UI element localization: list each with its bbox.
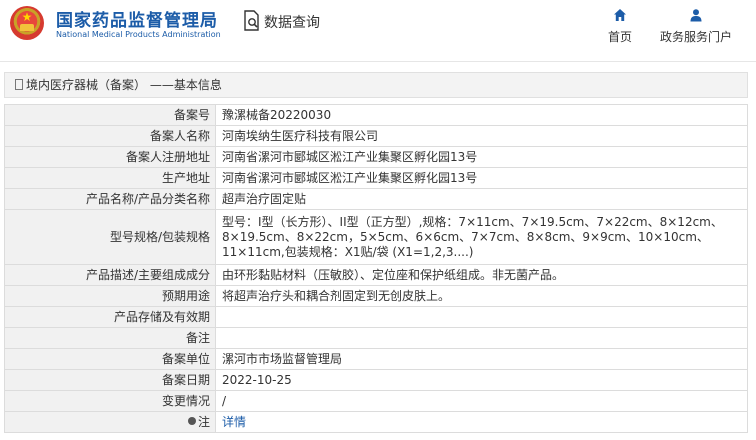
row-value: 2022-10-25 bbox=[215, 369, 748, 391]
row-label: 备案号 bbox=[4, 104, 216, 126]
row-label: 产品存储及有效期 bbox=[4, 306, 216, 328]
row-label: 预期用途 bbox=[4, 285, 216, 307]
row-label: 备案人名称 bbox=[4, 125, 216, 147]
row-label: 备注 bbox=[4, 327, 216, 349]
row-value: 河南省漯河市郾城区淞江产业集聚区孵化园13号 bbox=[215, 167, 748, 189]
table-row: 备案人名称 河南埃纳生医疗科技有限公司 bbox=[4, 125, 748, 147]
table-row: 备案单位 漯河市市场监督管理局 bbox=[4, 348, 748, 370]
table-row: 注 详情 bbox=[4, 411, 748, 433]
row-value: 豫漯械备20220030 bbox=[215, 104, 748, 126]
table-row: 产品名称/产品分类名称 超声治疗固定贴 bbox=[4, 188, 748, 210]
row-label: 备案单位 bbox=[4, 348, 216, 370]
national-emblem-icon: ★ bbox=[10, 6, 44, 40]
table-row: 预期用途 将超声治疗头和耦合剂固定到无创皮肤上。 bbox=[4, 285, 748, 307]
table-row: 备案号 豫漯械备20220030 bbox=[4, 104, 748, 126]
row-label: 型号规格/包装规格 bbox=[4, 209, 216, 265]
note-label: 注 bbox=[197, 414, 210, 429]
table-row: 生产地址 河南省漯河市郾城区淞江产业集聚区孵化园13号 bbox=[4, 167, 748, 189]
table-row: 产品描述/主要组成成分 由环形黏贴材料（压敏胶）、定位座和保护纸组成。非无菌产品… bbox=[4, 264, 748, 286]
nav-home-label: 首页 bbox=[607, 30, 632, 44]
table-row: 备注 bbox=[4, 327, 748, 349]
lightbulb-icon bbox=[187, 417, 196, 425]
row-label: 产品名称/产品分类名称 bbox=[4, 188, 216, 210]
site-title[interactable]: 国家药品监督管理局 bbox=[56, 6, 218, 31]
data-query-link[interactable]: 数据查询 bbox=[264, 12, 320, 32]
row-value: 型号：I型（长方形）、II型（正方型）,规格：7×11cm、7×19.5cm、7… bbox=[215, 209, 748, 265]
nav-portal-label: 政务服务门户 bbox=[659, 30, 732, 44]
details-link[interactable]: 详情 bbox=[222, 415, 246, 429]
row-label: 生产地址 bbox=[4, 167, 216, 189]
table-row: 备案日期 2022-10-25 bbox=[4, 369, 748, 391]
table-row: 产品存储及有效期 bbox=[4, 306, 748, 328]
row-value: 详情 bbox=[215, 411, 748, 433]
row-value: 河南埃纳生医疗科技有限公司 bbox=[215, 125, 748, 147]
table-row: 备案人注册地址 河南省漯河市郾城区淞江产业集聚区孵化园13号 bbox=[4, 146, 748, 168]
row-value: 将超声治疗头和耦合剂固定到无创皮肤上。 bbox=[215, 285, 748, 307]
table-row: 变更情况 / bbox=[4, 390, 748, 412]
row-value: / bbox=[215, 390, 748, 412]
row-label: 变更情况 bbox=[4, 390, 216, 412]
row-label: 产品描述/主要组成成分 bbox=[4, 264, 216, 286]
row-value bbox=[215, 327, 748, 349]
user-icon bbox=[690, 9, 702, 22]
row-value: 漯河市市场监督管理局 bbox=[215, 348, 748, 370]
section-title: 境内医疗器械（备案） ——基本信息 bbox=[4, 72, 748, 98]
nav-home[interactable]: 首页 bbox=[600, 8, 640, 48]
home-icon bbox=[614, 9, 626, 21]
table-row: 型号规格/包装规格 型号：I型（长方形）、II型（正方型）,规格：7×11cm、… bbox=[4, 209, 748, 265]
row-label: 备案人注册地址 bbox=[4, 146, 216, 168]
row-value: 河南省漯河市郾城区淞江产业集聚区孵化园13号 bbox=[215, 146, 748, 168]
nav-service-portal[interactable]: 政务服务门户 bbox=[654, 8, 738, 48]
site-header: ★ 国家药品监督管理局 National Medical Products Ad… bbox=[0, 0, 756, 62]
row-value: 超声治疗固定贴 bbox=[215, 188, 748, 210]
row-label-note: 注 bbox=[4, 411, 216, 433]
record-detail-table: 备案号 豫漯械备20220030 备案人名称 河南埃纳生医疗科技有限公司 备案人… bbox=[4, 104, 748, 433]
row-label: 备案日期 bbox=[4, 369, 216, 391]
row-value: 由环形黏贴材料（压敏胶）、定位座和保护纸组成。非无菌产品。 bbox=[215, 264, 748, 286]
document-search-icon[interactable] bbox=[243, 10, 261, 32]
site-subtitle: National Medical Products Administration bbox=[56, 30, 221, 39]
row-value bbox=[215, 306, 748, 328]
document-icon bbox=[15, 79, 23, 90]
section-title-text: 境内医疗器械（备案） ——基本信息 bbox=[26, 78, 222, 92]
